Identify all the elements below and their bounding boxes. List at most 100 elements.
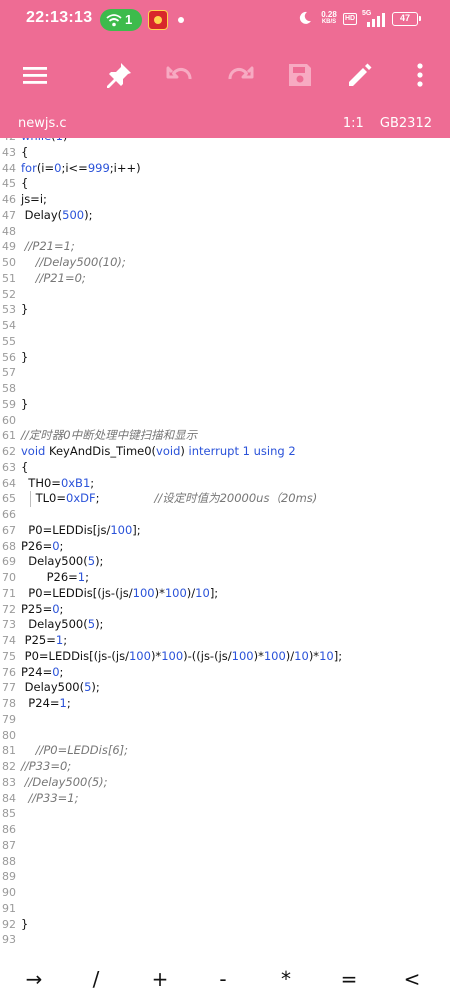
pin-button[interactable]	[103, 59, 135, 91]
status-bar: 22:13:13 1 0.28 KB/S HD 5G 47	[0, 0, 450, 40]
redo-button[interactable]	[224, 59, 256, 91]
code-line[interactable]: 53}	[0, 302, 450, 318]
code-line[interactable]: 86	[0, 822, 450, 838]
symbol-key-arrow[interactable]: →	[14, 964, 54, 994]
code-line[interactable]: 73 Delay500(5);	[0, 617, 450, 633]
more-button[interactable]	[404, 59, 436, 91]
code-line[interactable]: 91	[0, 901, 450, 917]
code-text: Delay(500);	[21, 207, 93, 222]
line-number: 50	[2, 256, 16, 269]
code-text: P0=LEDDis[(js-(js/100)*100)-((js-(js/100…	[21, 648, 343, 663]
menu-button[interactable]	[19, 59, 51, 91]
code-line[interactable]: 76 P24=0;	[0, 665, 450, 681]
code-line[interactable]: 46 js=i;	[0, 192, 450, 208]
code-line[interactable]: 77 Delay500(5);	[0, 680, 450, 696]
code-line[interactable]: 64 TH0=0xB1;	[0, 476, 450, 492]
code-line[interactable]: 90	[0, 885, 450, 901]
code-line[interactable]: 92}	[0, 917, 450, 933]
code-line[interactable]: 71 P0=LEDDis[(js-(js/100)*100)/10];	[0, 586, 450, 602]
line-number: 82	[2, 760, 16, 773]
code-line[interactable]: 78 P24=1;	[0, 696, 450, 712]
code-line[interactable]: 49 //P21=1;	[0, 239, 450, 255]
code-line[interactable]: 83 //Delay500(5);	[0, 775, 450, 791]
code-line[interactable]: 59}	[0, 397, 450, 413]
code-text: P24=1;	[21, 696, 71, 710]
code-line[interactable]: 72 P25=0;	[0, 602, 450, 618]
code-text: P25=1;	[21, 633, 68, 647]
undo-button[interactable]	[164, 59, 196, 91]
cursor-position[interactable]: 1:1	[343, 116, 364, 131]
menu-icon	[23, 67, 47, 84]
file-name[interactable]: newjs.c	[18, 116, 67, 131]
code-lines: 42 while(1) 43 {44 for(i=0;i<=999;i++) 45 {46 j…	[0, 138, 450, 948]
code-line[interactable]: 47 Delay(500);	[0, 208, 450, 224]
code-line[interactable]: 82 //P33=0;	[0, 759, 450, 775]
save-button[interactable]	[284, 59, 316, 91]
code-line[interactable]: 58	[0, 381, 450, 397]
code-line[interactable]: 42 while(1)	[0, 138, 450, 145]
edit-button[interactable]	[344, 59, 376, 91]
code-line[interactable]: 93	[0, 932, 450, 948]
symbol-key-plus[interactable]: +	[140, 964, 180, 994]
encoding-label[interactable]: GB2312	[380, 116, 432, 131]
file-status: 1:1 GB2312	[343, 116, 432, 131]
code-line[interactable]: 81 //P0=LEDDis[6];	[0, 743, 450, 759]
code-text: TL0=0xDF; //设定时值为20000us（20ms)	[21, 491, 318, 506]
symbol-key-slash[interactable]: /	[76, 964, 116, 994]
code-line[interactable]: 62 void KeyAndDis_Time0(void) interrupt 1…	[0, 444, 450, 460]
code-line[interactable]: 66	[0, 507, 450, 523]
code-line[interactable]: 56}	[0, 350, 450, 366]
code-line[interactable]: 65 TL0=0xDF; //设定时值为20000us（20ms)	[0, 491, 450, 507]
symbol-key-minus[interactable]: -	[203, 964, 243, 994]
code-line[interactable]: 87	[0, 838, 450, 854]
code-line[interactable]: 44 for(i=0;i<=999;i++)	[0, 161, 450, 177]
line-number: 70	[2, 571, 16, 584]
code-line[interactable]: 67 P0=LEDDis[js/100];	[0, 523, 450, 539]
symbol-key-less-than[interactable]: <	[392, 964, 432, 994]
line-number: 51	[2, 271, 16, 285]
line-number: 73	[2, 618, 16, 632]
line-number: 61	[2, 429, 16, 443]
code-line[interactable]: 69 Delay500(5);	[0, 554, 450, 570]
code-text: }	[21, 396, 29, 411]
line-number: 71	[2, 586, 16, 600]
line-number: 62	[2, 445, 16, 458]
code-line[interactable]: 68 P26=0;	[0, 539, 450, 555]
code-line[interactable]: 80	[0, 728, 450, 744]
code-text: }	[21, 302, 29, 317]
code-line[interactable]: 63 {	[0, 460, 450, 476]
line-number: 44	[2, 161, 16, 175]
code-line[interactable]: 43 {	[0, 145, 450, 161]
code-text: P0=LEDDis[js/100];	[21, 522, 141, 537]
code-line[interactable]: 60	[0, 413, 450, 429]
code-line[interactable]: 52	[0, 287, 450, 303]
code-line[interactable]: 45 {	[0, 176, 450, 192]
code-line[interactable]: 70 P26=1;	[0, 570, 450, 586]
code-text: Delay500(5);	[21, 554, 104, 569]
code-line[interactable]: 79	[0, 712, 450, 728]
code-editor[interactable]: 42 while(1) 43 {44 for(i=0;i<=999;i++) 45 {46 j…	[0, 138, 450, 958]
code-line[interactable]: 54	[0, 318, 450, 334]
code-line[interactable]: 50 //Delay500(10);	[0, 255, 450, 271]
code-text: //定时器0中断处理中键扫描和显示	[21, 428, 198, 443]
symbol-key-asterisk[interactable]: *	[266, 964, 306, 994]
line-number: 64	[2, 476, 16, 490]
line-number: 88	[2, 854, 16, 868]
symbol-key-equals[interactable]: =	[329, 964, 369, 994]
code-line[interactable]: 57	[0, 365, 450, 381]
code-line[interactable]: 51 //P21=0;	[0, 271, 450, 287]
code-line[interactable]: 85	[0, 806, 450, 822]
code-line[interactable]: 55	[0, 334, 450, 350]
code-line[interactable]: 88	[0, 854, 450, 870]
line-number: 87	[2, 838, 16, 852]
code-line[interactable]: 48	[0, 224, 450, 240]
line-number: 53	[2, 303, 16, 317]
code-line[interactable]: 75 P0=LEDDis[(js-(js/100)*100)-((js-(js/…	[0, 649, 450, 665]
code-line[interactable]: 61 //定时器0中断处理中键扫描和显示	[0, 428, 450, 444]
line-number: 90	[2, 886, 16, 899]
hotspot-indicator[interactable]: 1	[100, 9, 142, 31]
code-line[interactable]: 89	[0, 869, 450, 885]
code-text: {	[21, 144, 29, 159]
code-line[interactable]: 74 P25=1;	[0, 633, 450, 649]
code-line[interactable]: 84 //P33=1;	[0, 791, 450, 807]
